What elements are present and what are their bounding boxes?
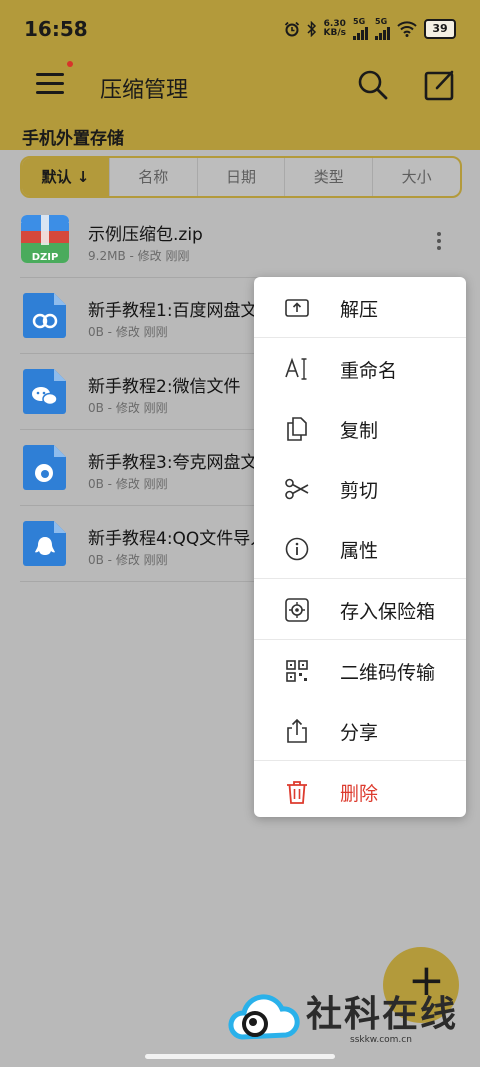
menu-item-label: 删除 (340, 783, 379, 805)
file-meta: 0B - 修改 刚刚 (88, 477, 168, 491)
menu-item-copy[interactable]: 复制 (254, 398, 466, 458)
menu-icon[interactable] (36, 70, 66, 100)
sort-date[interactable]: 日期 (196, 158, 285, 196)
sim1-signal: 5G (353, 18, 368, 40)
watermark-logo-icon (228, 994, 300, 1040)
menu-item-label: 重命名 (340, 360, 398, 382)
menu-item-share[interactable]: 分享 (254, 700, 466, 760)
signal-bars-icon (375, 26, 390, 40)
menu-item-label: 存入保险箱 (340, 601, 436, 623)
sort-name[interactable]: 名称 (108, 158, 197, 196)
menu-item-label: 解压 (340, 299, 379, 321)
net-speed: 6.30 KB/s (324, 20, 346, 38)
sim2-label: 5G (375, 17, 388, 26)
storage-label: 手机外置存储 (22, 129, 124, 149)
menu-item-cut[interactable]: 剪切 (254, 458, 466, 518)
edit-icon[interactable] (423, 68, 457, 102)
file-meta: 9.2MB - 修改 刚刚 (88, 249, 190, 263)
navigation-bar (0, 1043, 480, 1067)
quark-file-icon (23, 445, 66, 490)
sort-size[interactable]: 大小 (372, 158, 460, 196)
qq-file-icon (23, 521, 66, 566)
baidu-netdisk-file-icon (23, 293, 66, 338)
file-meta: 0B - 修改 刚刚 (88, 401, 168, 415)
wechat-file-icon (23, 369, 66, 414)
zip-icon-badge: DZIP (32, 252, 59, 263)
sort-bar: 默认 ↓ 名称 日期 类型 大小 (20, 156, 462, 198)
zip-archive-icon: DZIP (21, 215, 69, 263)
sort-default[interactable]: 默认 ↓ (22, 158, 109, 196)
bluetooth-icon (306, 21, 316, 37)
info-icon (285, 537, 309, 561)
file-name: 新手教程1:百度网盘文件 (88, 301, 268, 321)
qrcode-icon (286, 660, 308, 682)
menu-item-label: 剪切 (340, 480, 379, 502)
context-menu: 解压 重命名 复制 剪切 属性 存入保险箱 二维码传输 分享 删除 (254, 277, 466, 817)
sim1-label: 5G (353, 17, 366, 26)
watermark-text: 社科在线 (306, 993, 459, 1035)
menu-item-properties[interactable]: 属性 (254, 518, 466, 578)
safe-icon (285, 598, 309, 622)
app-header: 16:58 6.30 KB/s 5G 5G 39 压缩管理 手机外置存储 (0, 0, 480, 150)
menu-item-delete[interactable]: 删除 (254, 760, 466, 821)
menu-item-label: 复制 (340, 420, 379, 442)
file-meta: 0B - 修改 刚刚 (88, 325, 168, 339)
watermark: 社科在线 sskkw.com.cn (228, 985, 468, 1050)
signal-bars-icon (353, 26, 368, 40)
page-title: 压缩管理 (100, 78, 189, 103)
list-item[interactable]: DZIP 示例压缩包.zip 9.2MB - 修改 刚刚 (20, 202, 460, 278)
sim2-signal: 5G (375, 18, 390, 40)
status-time: 16:58 (24, 17, 88, 41)
toolbar: 压缩管理 (0, 60, 480, 116)
file-meta: 0B - 修改 刚刚 (88, 553, 168, 567)
menu-item-label: 属性 (340, 540, 379, 562)
menu-item-label: 二维码传输 (340, 662, 436, 684)
search-icon[interactable] (356, 68, 390, 102)
copy-icon (287, 417, 307, 441)
battery-indicator: 39 (424, 19, 456, 39)
trash-icon (287, 781, 307, 804)
wifi-icon (397, 21, 417, 37)
menu-item-qrcode[interactable]: 二维码传输 (254, 639, 466, 700)
share-icon (287, 718, 307, 743)
screen: 16:58 6.30 KB/s 5G 5G 39 压缩管理 手机外置存储 默认 … (0, 0, 480, 1067)
net-speed-unit: KB/s (323, 28, 346, 38)
file-name: 示例压缩包.zip (88, 225, 203, 245)
sort-type[interactable]: 类型 (284, 158, 372, 196)
notification-dot (67, 61, 73, 67)
file-name: 新手教程4:QQ文件导入 (88, 529, 268, 549)
status-icons: 6.30 KB/s 5G 5G 39 (284, 18, 456, 40)
extract-icon (285, 299, 309, 317)
file-name: 新手教程2:微信文件 (88, 377, 241, 397)
home-gesture-handle[interactable] (145, 1054, 335, 1059)
alarm-icon (284, 21, 299, 37)
scissors-icon (285, 478, 309, 500)
menu-item-rename[interactable]: 重命名 (254, 337, 466, 398)
more-options-icon[interactable] (436, 232, 442, 252)
status-bar: 16:58 6.30 KB/s 5G 5G 39 (0, 0, 480, 60)
menu-item-extract[interactable]: 解压 (254, 277, 466, 337)
menu-item-safe[interactable]: 存入保险箱 (254, 578, 466, 639)
rename-icon (285, 357, 307, 380)
menu-item-label: 分享 (340, 722, 379, 744)
file-name: 新手教程3:夸克网盘文件 (88, 453, 268, 473)
